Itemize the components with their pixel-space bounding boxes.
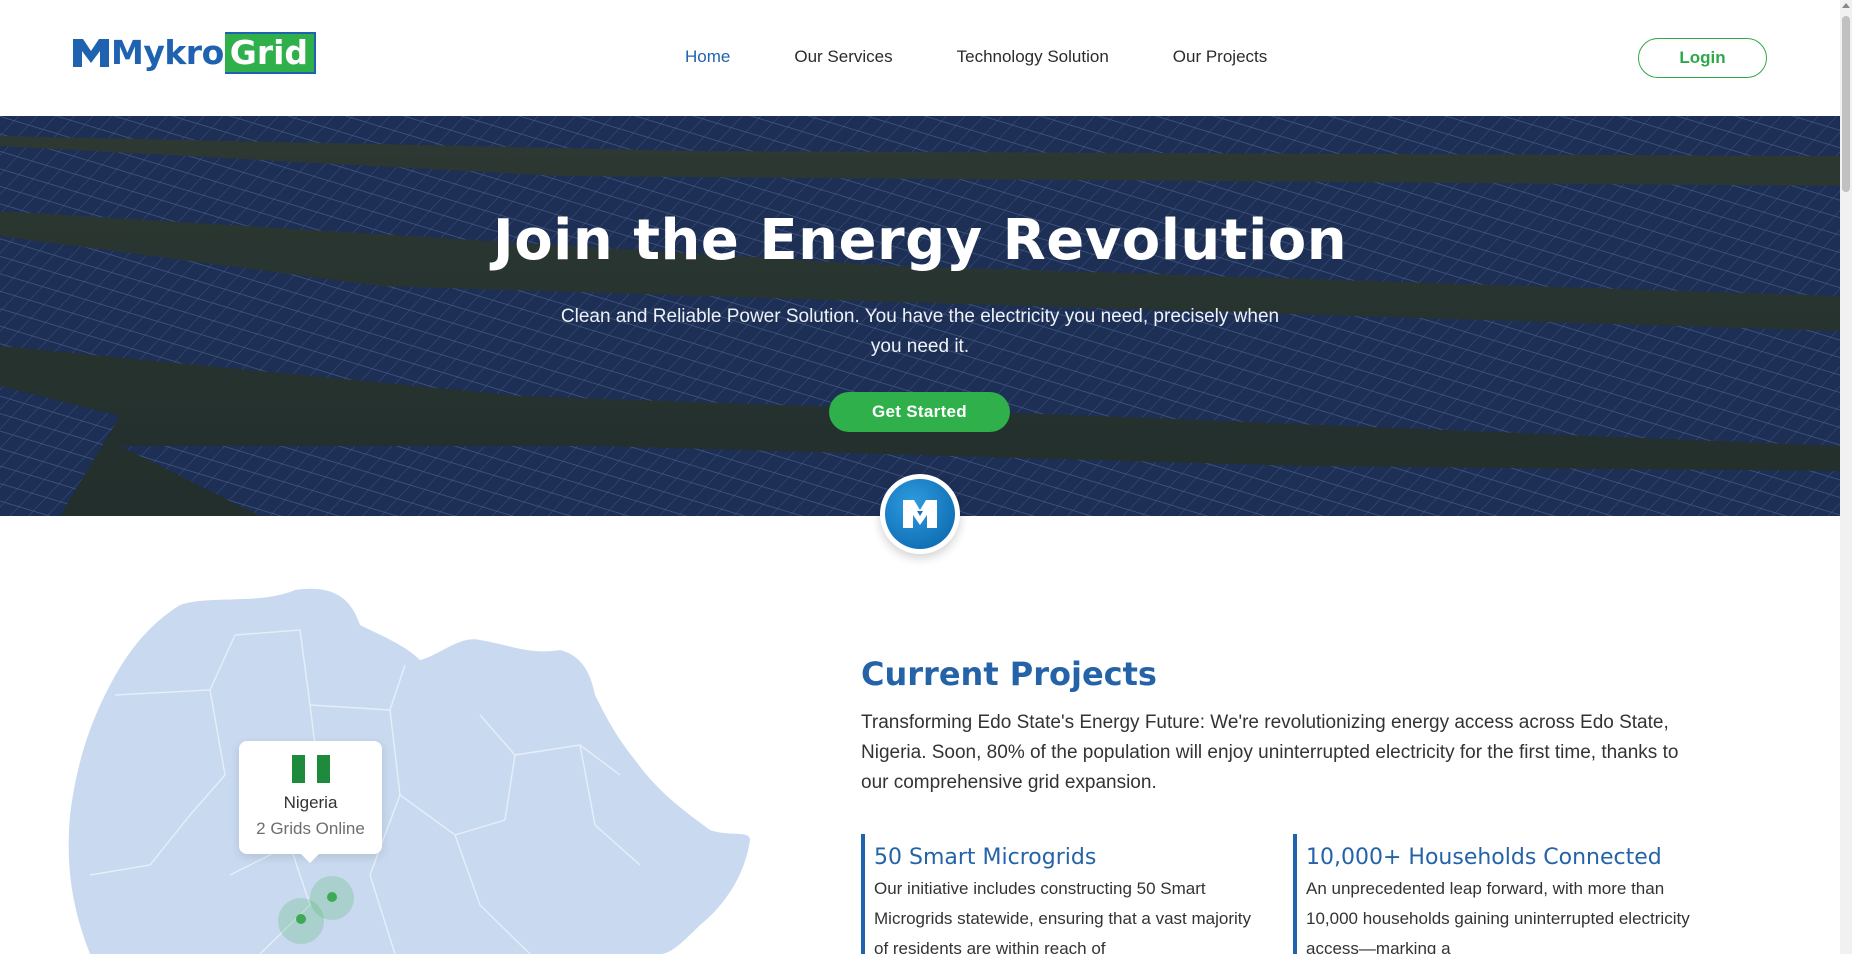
nav-link-technology-solution[interactable]: Technology Solution <box>957 44 1109 70</box>
mykrogrid-m-icon <box>73 39 109 67</box>
nav-link-our-services[interactable]: Our Services <box>794 44 892 70</box>
logo-word: Mykro <box>111 33 224 72</box>
logo-word-accent: Grid <box>224 32 317 74</box>
site-logo[interactable]: Mykro Grid <box>71 32 317 74</box>
stat-title: 50 Smart Microgrids <box>874 845 1097 870</box>
nigeria-flag-icon <box>292 755 331 783</box>
login-button[interactable]: Login <box>1638 38 1767 78</box>
africa-map <box>68 588 751 954</box>
page-scrollbar[interactable] <box>1840 0 1852 954</box>
main-nav: Home Our Services Technology Solution Ou… <box>685 44 1331 70</box>
site-header: Mykro Grid Home Our Services Technology … <box>0 0 1840 116</box>
tooltip-country-name: Nigeria <box>283 793 338 812</box>
stat-card: 10,000+ Households Connected An unpreced… <box>1293 834 1693 954</box>
nav-link-our-projects[interactable]: Our Projects <box>1173 44 1267 70</box>
get-started-button[interactable]: Get Started <box>829 392 1010 432</box>
grid-location-dot[interactable] <box>327 892 337 902</box>
stat-title: 10,000+ Households Connected <box>1306 845 1662 870</box>
hero-subtitle: Clean and Reliable Power Solution. You h… <box>560 306 1280 357</box>
badge-m-icon <box>903 500 937 528</box>
stat-card: 50 Smart Microgrids Our initiative inclu… <box>861 834 1261 954</box>
grid-location-dot[interactable] <box>296 914 306 924</box>
hero-title: Join the Energy Revolution <box>492 208 1348 273</box>
scroll-up-arrow-icon[interactable] <box>1842 3 1850 8</box>
hero-banner: Join the Energy Revolution Clean and Rel… <box>0 116 1840 516</box>
section-title: Current Projects <box>861 655 1157 693</box>
scrollbar-thumb[interactable] <box>1842 16 1850 192</box>
nav-link-home[interactable]: Home <box>685 44 730 70</box>
stat-text: An unprecedented leap forward, with more… <box>1306 879 1690 954</box>
country-tooltip: Nigeria 2 Grids Online <box>239 741 382 863</box>
tooltip-grid-status: 2 Grids Online <box>256 819 365 838</box>
mykrogrid-badge-icon <box>880 474 960 554</box>
stat-text: Our initiative includes constructing 50 … <box>874 879 1251 954</box>
section-description: Transforming Edo State's Energy Future: … <box>861 712 1679 793</box>
